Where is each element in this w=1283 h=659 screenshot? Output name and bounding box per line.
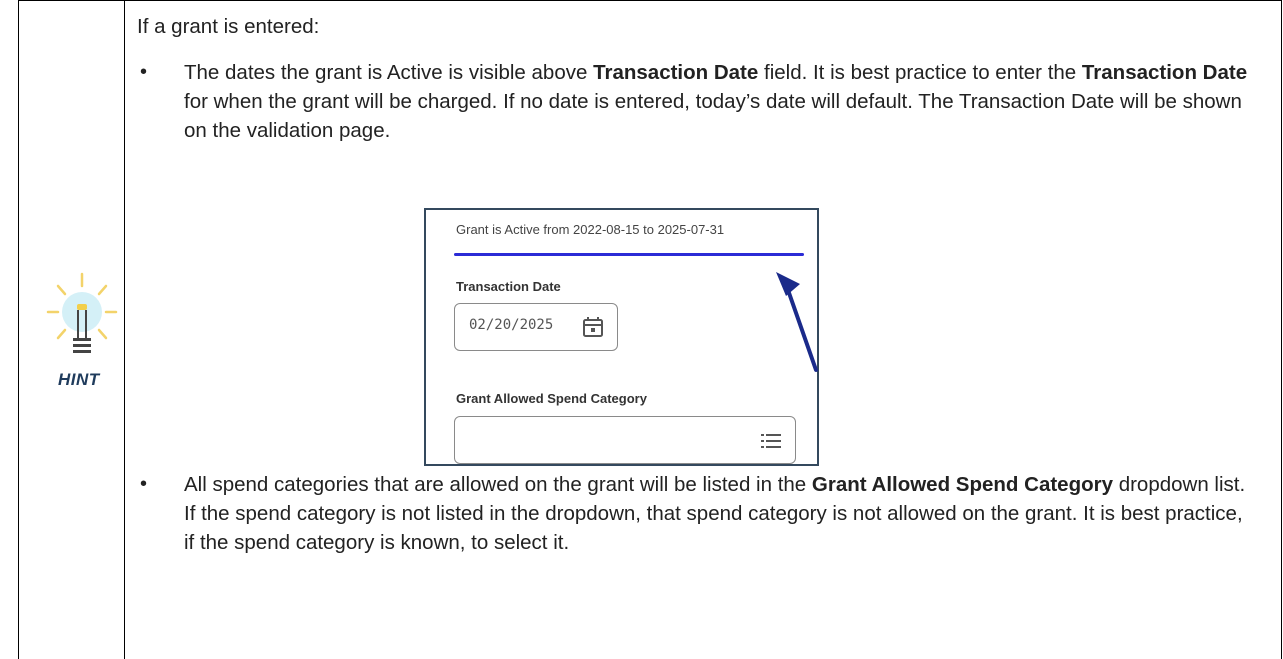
hint-content: If a grant is entered: • The dates the g… bbox=[137, 12, 1272, 554]
field-name-transaction-date: Transaction Date bbox=[1081, 61, 1248, 84]
column-divider bbox=[124, 0, 125, 659]
bullet-transaction-date: • The dates the grant is Active is visib… bbox=[140, 58, 1254, 145]
field-name-transaction-date: Transaction Date bbox=[593, 61, 759, 84]
intro-text: If a grant is entered: bbox=[137, 15, 320, 38]
field-name-spend-category: Grant Allowed Spend Category bbox=[811, 473, 1113, 496]
bullet-text: The dates the grant is Active is visible… bbox=[184, 58, 1254, 145]
bullet-text: All spend categories that are allowed on… bbox=[184, 470, 1254, 557]
lightbulb-icon bbox=[46, 272, 118, 353]
pointer-arrow bbox=[776, 272, 818, 372]
bullet-dot: • bbox=[140, 473, 148, 495]
embedded-form-screenshot: Grant is Active from 2022-08-15 to 2025-… bbox=[424, 208, 819, 466]
text-run: field. It is best practice to enter the bbox=[758, 61, 1082, 84]
bullet-dot: • bbox=[140, 61, 148, 83]
hint-cell: HINT bbox=[18, 0, 124, 659]
bullet-spend-category: • All spend categories that are allowed … bbox=[140, 470, 1254, 557]
hint-label: HINT bbox=[58, 370, 100, 389]
text-run: All spend categories that are allowed on… bbox=[184, 473, 812, 496]
text-run: The dates the grant is Active is visible… bbox=[184, 61, 594, 84]
text-run: for when the grant will be charged. If n… bbox=[184, 90, 1242, 142]
